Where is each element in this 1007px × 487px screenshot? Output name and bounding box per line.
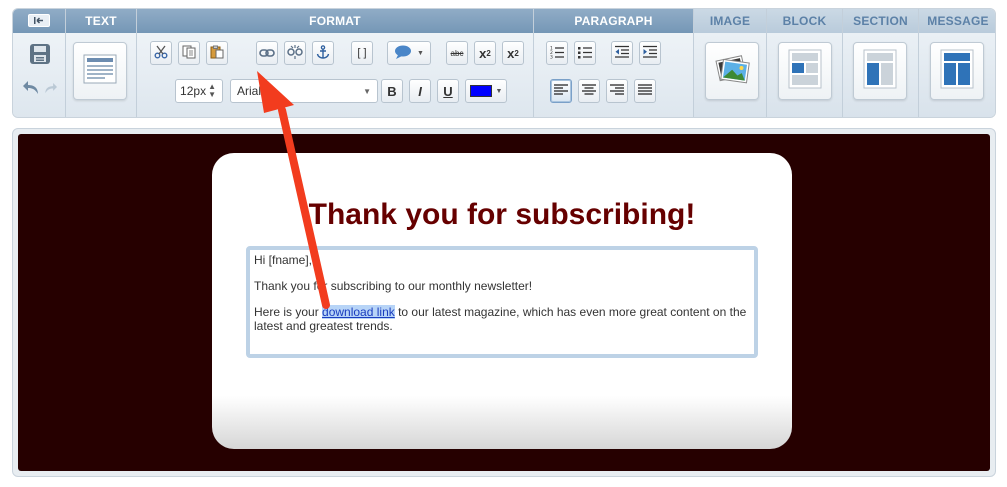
toolbar-left-tools <box>13 9 65 117</box>
align-right-button[interactable] <box>606 79 628 103</box>
indent-button[interactable] <box>639 41 661 65</box>
scissors-icon <box>154 45 168 62</box>
link-icon <box>259 46 275 61</box>
speech-bubble-icon <box>394 45 412 62</box>
email-headline[interactable]: Thank you for subscribing! <box>212 198 792 232</box>
copy-icon <box>182 45 196 62</box>
toolbar-group-format: FORMAT [] ▼ abc x 2 x 2 12px ▲ ▼ Arial … <box>137 9 533 117</box>
anchor-icon <box>316 44 330 62</box>
stepper-arrows-icon[interactable]: ▲ ▼ <box>208 83 216 99</box>
align-center-icon <box>582 83 596 99</box>
email-content-card[interactable]: Thank you for subscribing! Hi [fname], T… <box>212 153 792 449</box>
numbered-list-icon: 1 2 3 <box>550 45 564 62</box>
editor-canvas-frame: Thank you for subscribing! Hi [fname], T… <box>12 128 996 477</box>
subscript-button[interactable]: x2 <box>474 41 496 65</box>
body-line-2: Here is your download link to our latest… <box>254 305 747 333</box>
bullet-list-button[interactable] <box>574 41 596 65</box>
paste-icon <box>210 45 224 62</box>
insert-block-button[interactable] <box>778 42 832 100</box>
italic-button[interactable]: I <box>409 79 431 103</box>
numbered-list-button[interactable]: 1 2 3 <box>546 41 568 65</box>
editor-toolbar: TEXT FORMAT [] ▼ abc x 2 x 2 12px ▲ ▼ A… <box>12 8 996 118</box>
text-block-icon <box>83 54 117 89</box>
brackets-button[interactable]: [ ] <box>351 41 373 65</box>
group-title-message: MESSAGE <box>919 9 995 33</box>
align-center-button[interactable] <box>578 79 600 103</box>
section-layout-icon <box>863 49 897 94</box>
bullet-list-icon <box>578 45 592 62</box>
color-swatch <box>469 85 492 97</box>
undo-icon[interactable] <box>23 80 41 101</box>
unlink-button[interactable] <box>284 41 306 65</box>
unlink-icon <box>287 44 303 62</box>
save-icon[interactable] <box>28 42 52 71</box>
collapse-toolbar-icon[interactable] <box>28 14 50 27</box>
svg-text:3: 3 <box>550 54 553 59</box>
insert-link-button[interactable] <box>256 41 278 65</box>
chevron-down-icon: ▼ <box>363 86 371 96</box>
group-title-format: FORMAT <box>137 9 533 33</box>
outdent-icon <box>615 45 629 62</box>
insert-message-button[interactable] <box>930 42 984 100</box>
insert-image-button[interactable] <box>705 42 759 100</box>
align-left-button[interactable] <box>550 79 572 103</box>
email-text-block[interactable]: Hi [fname], Thank you for subscribing to… <box>246 246 758 358</box>
font-color-picker[interactable]: ▼ <box>465 79 507 103</box>
underline-button[interactable]: U <box>437 79 459 103</box>
chevron-down-icon: ▼ <box>417 49 424 57</box>
message-layout-icon <box>940 49 974 94</box>
download-link[interactable]: download link <box>322 305 395 319</box>
copy-button[interactable] <box>178 41 200 65</box>
group-title-paragraph: PARAGRAPH <box>534 9 693 33</box>
align-justify-button[interactable] <box>634 79 656 103</box>
paste-button[interactable] <box>206 41 228 65</box>
font-family-select[interactable]: Arial ▼ <box>230 79 378 103</box>
chevron-down-icon: ▼ <box>495 87 503 95</box>
toolbar-group-block: BLOCK <box>767 9 842 117</box>
body-line-1: Thank you for subscribing to our monthly… <box>254 279 533 293</box>
greeting-text: Hi [fname], <box>254 253 313 267</box>
group-title-block: BLOCK <box>767 9 842 33</box>
align-right-icon <box>610 83 624 99</box>
toolbar-group-paragraph: PARAGRAPH 1 2 3 <box>534 9 693 117</box>
font-size-stepper[interactable]: 12px ▲ ▼ <box>175 79 223 103</box>
email-canvas[interactable]: Thank you for subscribing! Hi [fname], T… <box>18 134 990 471</box>
indent-icon <box>643 45 657 62</box>
group-title-text: TEXT <box>66 9 136 33</box>
toolbar-group-section: SECTION <box>843 9 918 117</box>
toolbar-group-message: MESSAGE <box>919 9 995 117</box>
strikethrough-button[interactable]: abc <box>446 41 468 65</box>
align-left-icon <box>554 83 568 99</box>
redo-icon[interactable] <box>43 82 57 100</box>
toolbar-group-image: IMAGE <box>694 9 766 117</box>
group-title-section: SECTION <box>843 9 918 33</box>
insert-text-block-button[interactable] <box>73 42 127 100</box>
block-layout-icon <box>788 49 822 94</box>
group-title-image: IMAGE <box>694 9 766 33</box>
photos-icon <box>712 52 752 91</box>
insert-section-button[interactable] <box>853 42 907 100</box>
speech-bubble-dropdown[interactable]: ▼ <box>387 41 431 65</box>
align-justify-icon <box>638 83 652 99</box>
superscript-button[interactable]: x2 <box>502 41 524 65</box>
cut-button[interactable] <box>150 41 172 65</box>
bold-button[interactable]: B <box>381 79 403 103</box>
anchor-button[interactable] <box>312 41 334 65</box>
outdent-button[interactable] <box>611 41 633 65</box>
toolbar-group-text: TEXT <box>66 9 136 117</box>
